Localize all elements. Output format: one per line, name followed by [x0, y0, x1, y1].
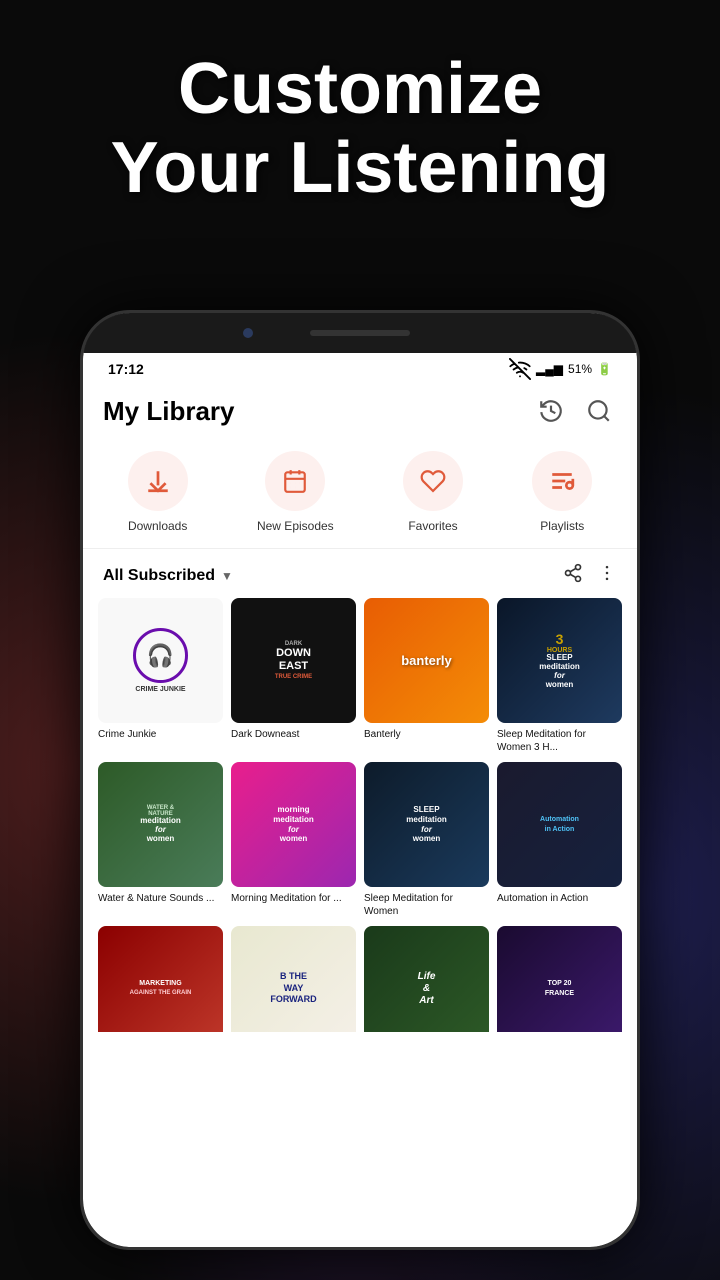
section-header: All Subscribed ▼ — [83, 549, 637, 598]
podcast-cover-marketing: MARKETINGAGAINST THE GRAIN — [98, 926, 223, 1032]
status-icons: ▂▄▆ 51% 🔋 — [509, 358, 612, 380]
list-item[interactable]: Automationin Action Automation in Action — [497, 762, 622, 918]
wifi-icon — [509, 358, 531, 380]
playlists-label: Playlists — [540, 519, 584, 533]
battery-level: 51% — [568, 362, 592, 376]
search-button[interactable] — [581, 393, 617, 429]
podcast-cover-banterly: banterly — [364, 598, 489, 723]
phone-frame: 17:12 ▂▄▆ 51% 🔋 My Library — [80, 310, 640, 1250]
list-item[interactable]: banterly Banterly — [364, 598, 489, 754]
hero-line2: Your Listening — [111, 128, 610, 208]
podcast-title: Dark Downeast — [231, 728, 356, 741]
phone-screen: 17:12 ▂▄▆ 51% 🔋 My Library — [83, 313, 637, 1247]
list-item[interactable]: WATER &NATURE meditationforwomen Water &… — [98, 762, 223, 918]
playlists-icon-circle — [532, 451, 592, 511]
header-icons — [533, 393, 617, 429]
hero-line1: Customize — [178, 49, 542, 129]
podcast-grid: 🎧 CRIME JUNKIE Crime Junkie DARK DOWNEAS… — [83, 598, 637, 1032]
share-icon — [563, 563, 583, 583]
podcast-cover-automation: Automationin Action — [497, 762, 622, 887]
list-item[interactable]: Life&Art Life and Art, from FT Wk... — [364, 926, 489, 1032]
quick-item-playlists[interactable]: Playlists — [532, 451, 592, 533]
podcast-title: Water & Nature Sounds ... — [98, 892, 223, 905]
list-item[interactable]: DARK DOWNEAST TRUE CRIME Dark Downeast — [231, 598, 356, 754]
podcast-title: Banterly — [364, 728, 489, 741]
podcast-cover-b-way: B THEWAYFORWARD — [231, 926, 356, 1032]
history-button[interactable] — [533, 393, 569, 429]
list-item[interactable]: MARKETINGAGAINST THE GRAIN Marketing Aga… — [98, 926, 223, 1032]
podcast-list-container[interactable]: 🎧 CRIME JUNKIE Crime Junkie DARK DOWNEAS… — [83, 598, 637, 1247]
downloads-icon-circle — [128, 451, 188, 511]
more-options-button[interactable] — [597, 563, 617, 588]
podcast-cover-sleep-women: SLEEPmeditationforwomen — [364, 762, 489, 887]
heart-icon — [420, 468, 446, 494]
podcast-cover-sleep-3h: 3 HOURS SLEEPmeditationforwomen — [497, 598, 622, 723]
podcast-title: Morning Meditation for ... — [231, 892, 356, 905]
new-episodes-icon-circle — [265, 451, 325, 511]
quick-access-row: Downloads New Episodes — [83, 441, 637, 549]
downloads-label: Downloads — [128, 519, 187, 533]
section-actions — [563, 563, 617, 588]
podcast-cover-water-nature: WATER &NATURE meditationforwomen — [98, 762, 223, 887]
quick-item-new-episodes[interactable]: New Episodes — [257, 451, 334, 533]
podcast-cover-dark-downeast: DARK DOWNEAST TRUE CRIME — [231, 598, 356, 723]
search-icon — [586, 398, 612, 424]
podcast-title: Automation in Action — [497, 892, 622, 905]
history-icon — [538, 398, 564, 424]
camera-dot — [243, 328, 253, 338]
calendar-icon — [282, 468, 308, 494]
podcast-cover-life-art: Life&Art — [364, 926, 489, 1032]
filter-arrow: ▼ — [221, 569, 233, 583]
list-item[interactable]: morningmeditationforwomen Morning Medita… — [231, 762, 356, 918]
favorites-label: Favorites — [408, 519, 457, 533]
app-header: My Library — [83, 385, 637, 441]
more-vertical-icon — [597, 563, 617, 583]
list-item[interactable]: TOP 20FRANCE Playlist Top 20 France — [497, 926, 622, 1032]
crime-junkie-logo: 🎧 — [133, 628, 188, 683]
podcast-cover-top20: TOP 20FRANCE — [497, 926, 622, 1032]
subscribed-label: All Subscribed — [103, 567, 215, 585]
app-title: My Library — [103, 396, 235, 427]
quick-item-downloads[interactable]: Downloads — [128, 451, 188, 533]
new-episodes-label: New Episodes — [257, 519, 334, 533]
podcast-cover-morning: morningmeditationforwomen — [231, 762, 356, 887]
notch-pill — [310, 330, 410, 336]
quick-item-favorites[interactable]: Favorites — [403, 451, 463, 533]
hero-section: Customize Your Listening — [0, 50, 720, 208]
playlist-icon — [549, 468, 575, 494]
share-button[interactable] — [563, 563, 583, 588]
download-icon — [145, 468, 171, 494]
favorites-icon-circle — [403, 451, 463, 511]
podcast-cover-crime-junkie: 🎧 CRIME JUNKIE — [98, 598, 223, 723]
podcast-title: Crime Junkie — [98, 728, 223, 741]
list-item[interactable]: B THEWAYFORWARD B The Way Forward... — [231, 926, 356, 1032]
list-item[interactable]: 🎧 CRIME JUNKIE Crime Junkie — [98, 598, 223, 754]
phone-notch — [83, 313, 637, 353]
podcast-title: Sleep Meditation for Women — [364, 892, 489, 918]
status-time: 17:12 — [108, 361, 144, 377]
list-item[interactable]: SLEEPmeditationforwomen Sleep Meditation… — [364, 762, 489, 918]
battery-icon: 🔋 — [597, 362, 612, 376]
signal-bars: ▂▄▆ — [536, 362, 563, 376]
podcast-title: Sleep Meditation for Women 3 H... — [497, 728, 622, 754]
list-item[interactable]: 3 HOURS SLEEPmeditationforwomen Sleep Me… — [497, 598, 622, 754]
all-subscribed-filter[interactable]: All Subscribed ▼ — [103, 567, 233, 585]
